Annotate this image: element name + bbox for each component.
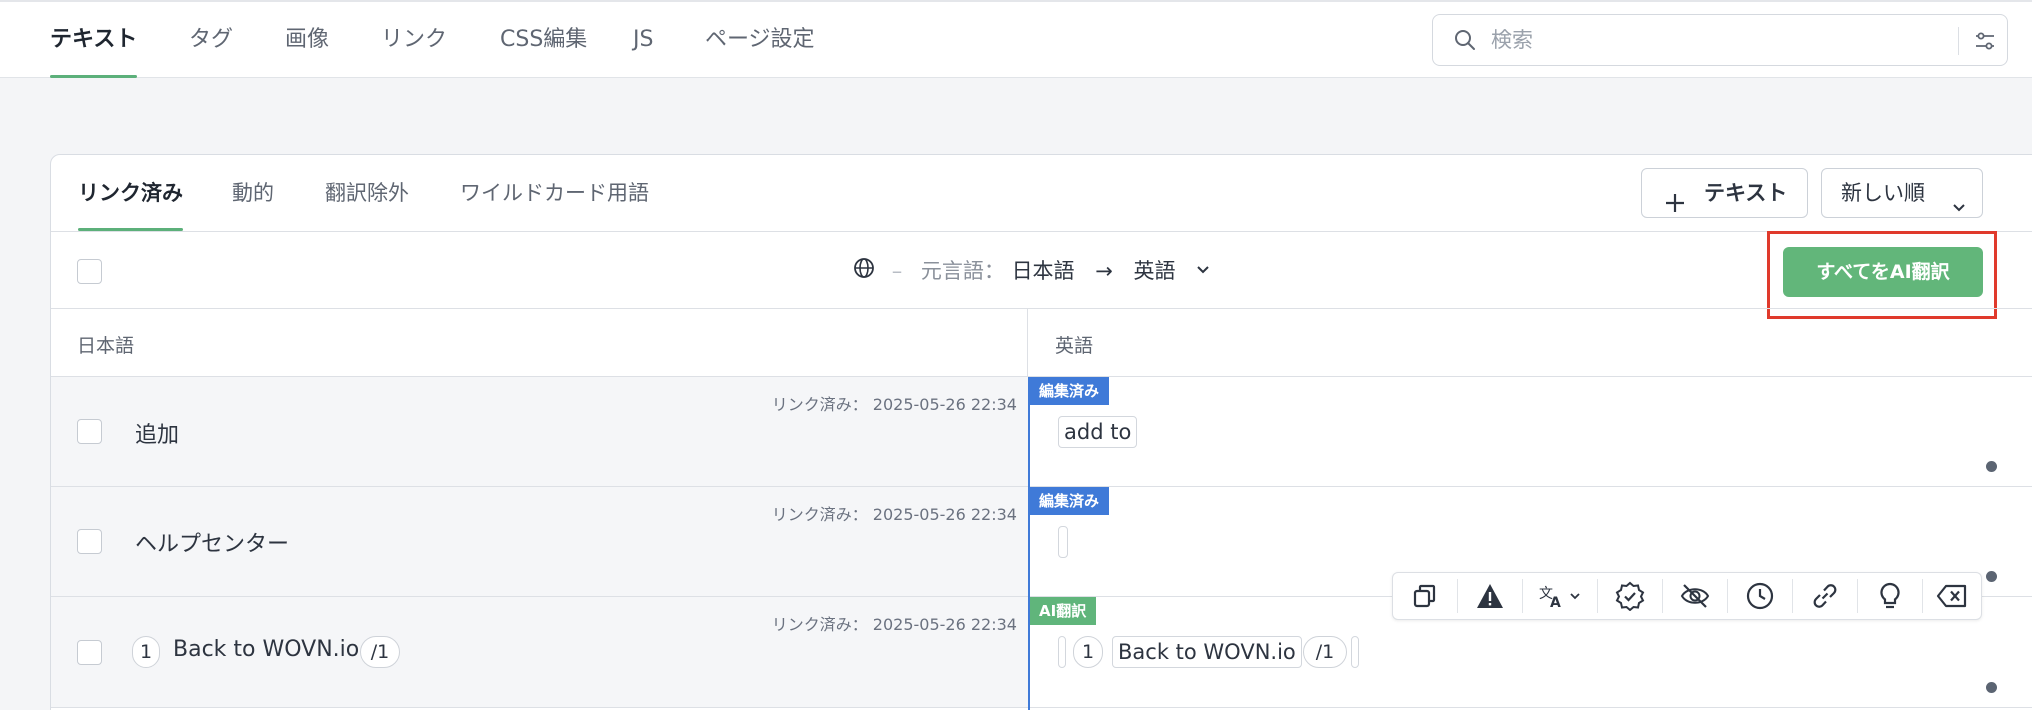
tab-images-label: 画像 bbox=[285, 27, 330, 52]
chevron-down-icon bbox=[1950, 185, 1968, 233]
svg-text:A: A bbox=[1550, 595, 1561, 610]
status-badge: 編集済み bbox=[1029, 377, 1110, 405]
search-input[interactable]: 検索 bbox=[1491, 15, 1533, 65]
highlight-box bbox=[1767, 231, 1997, 319]
tab-js[interactable]: JS bbox=[633, 2, 653, 78]
history-icon[interactable] bbox=[1728, 573, 1792, 619]
tab-dynamic[interactable]: 動的 bbox=[232, 155, 274, 231]
sort-select-value: 新しい順 bbox=[1841, 181, 1925, 205]
tab-css-edit[interactable]: CSS編集 bbox=[500, 2, 587, 78]
arrow-right-icon: → bbox=[1095, 259, 1113, 283]
search-icon bbox=[1453, 28, 1477, 56]
language-dash: – bbox=[891, 259, 903, 283]
link-icon[interactable] bbox=[1793, 573, 1857, 619]
row-checkbox[interactable] bbox=[77, 640, 102, 665]
linked-timestamp: リンク済み： 2025-05-26 22:34 bbox=[771, 395, 1017, 414]
tag-close-pill: /1 bbox=[360, 636, 400, 668]
translation-text[interactable]: Back to WOVN.io bbox=[1112, 636, 1302, 668]
status-badge: AI翻訳 bbox=[1029, 597, 1097, 625]
tab-page-settings-label: ページ設定 bbox=[705, 27, 815, 52]
tab-images[interactable]: 画像 bbox=[285, 2, 329, 78]
tag-boundary bbox=[1058, 636, 1066, 668]
tag-open-pill[interactable]: 1 bbox=[1073, 636, 1103, 668]
source-language-prefix: 元言語： bbox=[920, 259, 1005, 283]
column-header-source: 日本語 bbox=[77, 335, 135, 357]
tab-js-label: JS bbox=[633, 27, 654, 52]
source-text: Back to WOVN.io bbox=[173, 637, 360, 662]
status-badge: 編集済み bbox=[1029, 487, 1110, 515]
row-checkbox[interactable] bbox=[77, 419, 102, 444]
tab-css-edit-label: CSS編集 bbox=[500, 27, 588, 52]
sort-select[interactable]: 新しい順 bbox=[1821, 168, 1983, 218]
divider bbox=[51, 231, 2032, 232]
source-text: ヘルプセンター bbox=[135, 532, 290, 557]
tab-excluded-label: 翻訳除外 bbox=[325, 181, 409, 205]
column-header-target: 英語 bbox=[1055, 335, 1094, 357]
chevron-down-icon bbox=[1194, 256, 1212, 288]
target-language: 英語 bbox=[1133, 259, 1176, 283]
tag-boundary bbox=[1351, 636, 1359, 668]
translation-text[interactable]: add to bbox=[1058, 416, 1138, 448]
add-text-button[interactable]: テキスト bbox=[1641, 168, 1808, 218]
warning-icon[interactable] bbox=[1458, 573, 1522, 619]
tab-dynamic-label: 動的 bbox=[232, 181, 274, 205]
copy-icon[interactable] bbox=[1393, 573, 1457, 619]
translation-text[interactable] bbox=[1058, 526, 1068, 558]
linked-timestamp: リンク済み： 2025-05-26 22:34 bbox=[771, 615, 1017, 634]
translate-icon[interactable]: 文A bbox=[1523, 573, 1597, 619]
language-selector[interactable]: – 元言語： 日本語 → 英語 bbox=[853, 255, 1212, 287]
status-dot bbox=[1986, 571, 1997, 582]
active-column-edge bbox=[1028, 377, 1030, 710]
divider bbox=[51, 707, 2032, 708]
tab-links-label: リンク bbox=[381, 27, 448, 52]
verified-badge-icon[interactable] bbox=[1598, 573, 1662, 619]
column-divider bbox=[1027, 308, 1028, 376]
tab-text[interactable]: テキスト bbox=[50, 2, 138, 78]
tab-tags[interactable]: タグ bbox=[189, 2, 233, 78]
status-dot bbox=[1986, 682, 1997, 693]
status-dot bbox=[1986, 461, 1997, 472]
tab-wildcard-terms-label: ワイルドカード用語 bbox=[460, 181, 649, 205]
tab-linked-label: リンク済み bbox=[78, 181, 183, 205]
tab-excluded[interactable]: 翻訳除外 bbox=[325, 155, 409, 231]
tab-page-settings[interactable]: ページ設定 bbox=[705, 2, 815, 78]
tab-linked[interactable]: リンク済み bbox=[78, 155, 183, 231]
divider bbox=[51, 308, 2032, 309]
backspace-icon[interactable] bbox=[1923, 573, 1981, 619]
source-text: 追加 bbox=[135, 423, 180, 448]
tag-open-pill: 1 bbox=[132, 636, 160, 668]
row-checkbox[interactable] bbox=[77, 529, 102, 554]
tab-links[interactable]: リンク bbox=[381, 2, 447, 78]
source-language: 日本語 bbox=[1011, 259, 1075, 283]
row-action-toolbar: 文A bbox=[1392, 572, 1982, 620]
active-tab-underline bbox=[50, 75, 138, 78]
top-navigation: テキスト タグ 画像 リンク CSS編集 JS ページ設定 検索 bbox=[0, 0, 2032, 78]
globe-icon bbox=[853, 256, 875, 288]
select-all-checkbox[interactable] bbox=[77, 259, 102, 284]
sliders-icon[interactable] bbox=[1973, 29, 1997, 57]
tag-close-pill[interactable]: /1 bbox=[1303, 636, 1347, 668]
search-box[interactable]: 検索 bbox=[1432, 14, 2008, 66]
tab-text-label: テキスト bbox=[50, 27, 138, 52]
translation-panel: リンク済み 動的 翻訳除外 ワイルドカード用語 テキスト 新しい順 – 元言語：… bbox=[50, 154, 2032, 710]
plus-icon bbox=[1664, 183, 1686, 231]
eye-off-icon[interactable] bbox=[1663, 573, 1727, 619]
tab-tags-label: タグ bbox=[189, 27, 234, 52]
add-text-label: テキスト bbox=[1704, 181, 1788, 205]
lightbulb-icon[interactable] bbox=[1858, 573, 1922, 619]
search-divider bbox=[1958, 27, 1959, 55]
linked-timestamp: リンク済み： 2025-05-26 22:34 bbox=[771, 505, 1017, 524]
tab-wildcard-terms[interactable]: ワイルドカード用語 bbox=[460, 155, 649, 231]
